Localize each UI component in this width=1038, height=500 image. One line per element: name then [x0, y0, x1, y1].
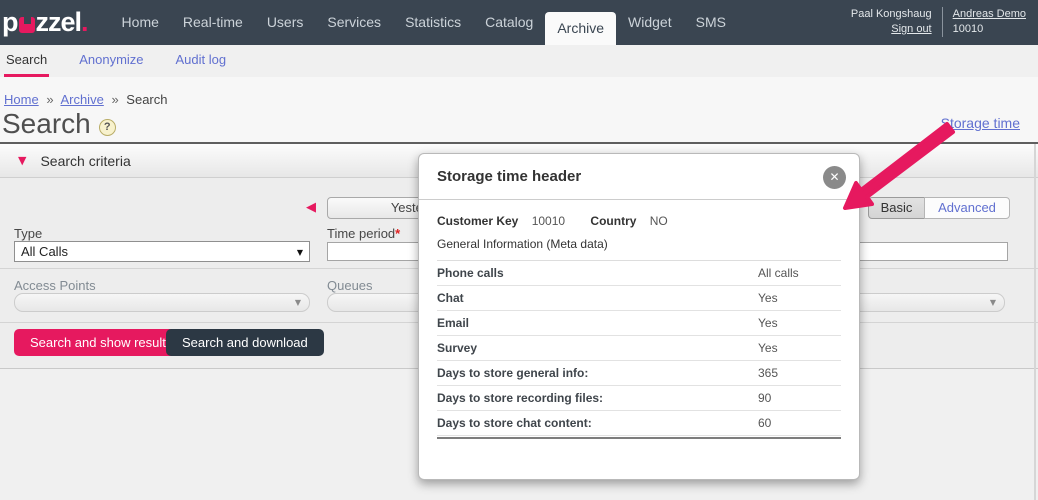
type-select[interactable]: All Calls ▼ — [14, 241, 310, 262]
search-show-result-button[interactable]: Search and show result — [14, 329, 182, 356]
storage-settings-table: Phone calls All calls Chat Yes Email Yes… — [437, 260, 841, 439]
customer-meta-line: Customer Key 10010 Country NO — [437, 214, 841, 228]
page-title: Search — [2, 108, 91, 140]
subnav-tab-audit-log[interactable]: Audit log — [174, 45, 229, 77]
access-points-label: Access Points — [14, 278, 96, 293]
table-row: Chat Yes — [437, 286, 841, 311]
storage-time-modal: Storage time header ✕ Customer Key 10010… — [418, 153, 860, 480]
puzzel-u-icon — [19, 17, 35, 33]
row-value: Yes — [758, 291, 778, 305]
country-value: NO — [650, 214, 668, 228]
nav-item-archive[interactable]: Archive — [545, 12, 616, 45]
customer-number: 10010 — [953, 22, 1026, 37]
row-label: Days to store recording files: — [437, 391, 758, 405]
archive-subnav: Search Anonymize Audit log — [0, 45, 1038, 77]
panel-right-edge — [1034, 144, 1036, 500]
breadcrumb: Home » Archive » Search — [4, 92, 168, 107]
required-asterisk: * — [395, 226, 400, 241]
logo-text-p: p — [2, 0, 18, 45]
table-bottom-rule — [437, 437, 841, 439]
queues-label: Queues — [327, 278, 373, 293]
archive-search-page: p zzel . Home Real-time Users Services S… — [0, 0, 1038, 500]
table-row: Days to store recording files: 90 — [437, 386, 841, 411]
title-row: Search ? — [2, 108, 116, 140]
modal-title: Storage time header — [437, 168, 581, 185]
search-download-button[interactable]: Search and download — [166, 329, 324, 356]
user-panel: Paal Kongshaug Sign out Andreas Demo 100… — [851, 7, 1026, 37]
nav-item-services[interactable]: Services — [315, 0, 393, 45]
logo-text-rest: zzel — [36, 0, 82, 45]
main-menu: Home Real-time Users Services Statistics… — [110, 0, 738, 45]
nav-item-real-time[interactable]: Real-time — [171, 0, 255, 45]
breadcrumb-archive-link[interactable]: Archive — [60, 92, 103, 107]
customer-key-label: Customer Key — [437, 214, 518, 228]
nav-item-sms[interactable]: SMS — [684, 0, 738, 45]
dropdown-arrow-icon: ▼ — [990, 294, 996, 312]
modal-close-icon[interactable]: ✕ — [823, 166, 846, 189]
header-strip — [0, 77, 1038, 142]
nav-item-statistics[interactable]: Statistics — [393, 0, 473, 45]
row-value: 90 — [758, 391, 771, 405]
dropdown-arrow-icon: ▼ — [297, 243, 303, 262]
row-value: 365 — [758, 366, 778, 380]
customer-key-value: 10010 — [532, 214, 565, 228]
row-label: Survey — [437, 341, 758, 355]
modal-body: Customer Key 10010 Country NO General In… — [419, 200, 859, 439]
logo-dot: . — [81, 0, 88, 45]
row-value: 60 — [758, 416, 771, 430]
period-prev-icon[interactable]: ◀ — [306, 200, 316, 215]
breadcrumb-separator: » — [111, 92, 118, 107]
view-advanced-button[interactable]: Advanced — [924, 197, 1010, 219]
nav-item-users[interactable]: Users — [255, 0, 316, 45]
search-criteria-title: Search criteria — [40, 153, 130, 169]
subnav-tab-search[interactable]: Search — [4, 45, 49, 77]
breadcrumb-current: Search — [126, 92, 167, 107]
user-name: Paal Kongshaug — [851, 7, 932, 22]
table-row: Email Yes — [437, 311, 841, 336]
country-label: Country — [590, 214, 636, 228]
account-link[interactable]: Andreas Demo — [953, 7, 1026, 22]
row-value: All calls — [758, 266, 799, 280]
sign-out-link[interactable]: Sign out — [851, 22, 932, 37]
table-row: Survey Yes — [437, 336, 841, 361]
table-row: Phone calls All calls — [437, 261, 841, 286]
help-icon[interactable]: ? — [99, 119, 116, 136]
table-row: Days to store chat content: 60 — [437, 411, 841, 436]
top-navbar: p zzel . Home Real-time Users Services S… — [0, 0, 1038, 45]
row-label: Email — [437, 316, 758, 330]
nav-item-catalog[interactable]: Catalog — [473, 0, 545, 45]
modal-section-header: General Information (Meta data) — [437, 237, 841, 251]
table-row: Days to store general info: 365 — [437, 361, 841, 386]
access-points-select: ▼ — [14, 293, 310, 312]
breadcrumb-separator: » — [46, 92, 53, 107]
puzzel-logo[interactable]: p zzel . — [2, 0, 88, 45]
row-value: Yes — [758, 341, 778, 355]
row-label: Days to store general info: — [437, 366, 758, 380]
row-label: Chat — [437, 291, 758, 305]
collapse-caret-icon: ▼ — [18, 154, 26, 167]
nav-item-widget[interactable]: Widget — [616, 0, 684, 45]
type-select-value: All Calls — [21, 244, 68, 259]
row-value: Yes — [758, 316, 778, 330]
dropdown-arrow-icon: ▼ — [295, 294, 301, 312]
nav-item-home[interactable]: Home — [110, 0, 171, 45]
view-basic-button[interactable]: Basic — [868, 197, 925, 219]
breadcrumb-home-link[interactable]: Home — [4, 92, 39, 107]
row-label: Phone calls — [437, 266, 758, 280]
type-label: Type — [14, 226, 42, 241]
subnav-tab-anonymize[interactable]: Anonymize — [77, 45, 145, 77]
storage-time-link[interactable]: Storage time — [941, 115, 1020, 131]
modal-header: Storage time header ✕ — [419, 154, 859, 200]
time-period-label: Time period* — [327, 226, 400, 241]
row-label: Days to store chat content: — [437, 416, 758, 430]
